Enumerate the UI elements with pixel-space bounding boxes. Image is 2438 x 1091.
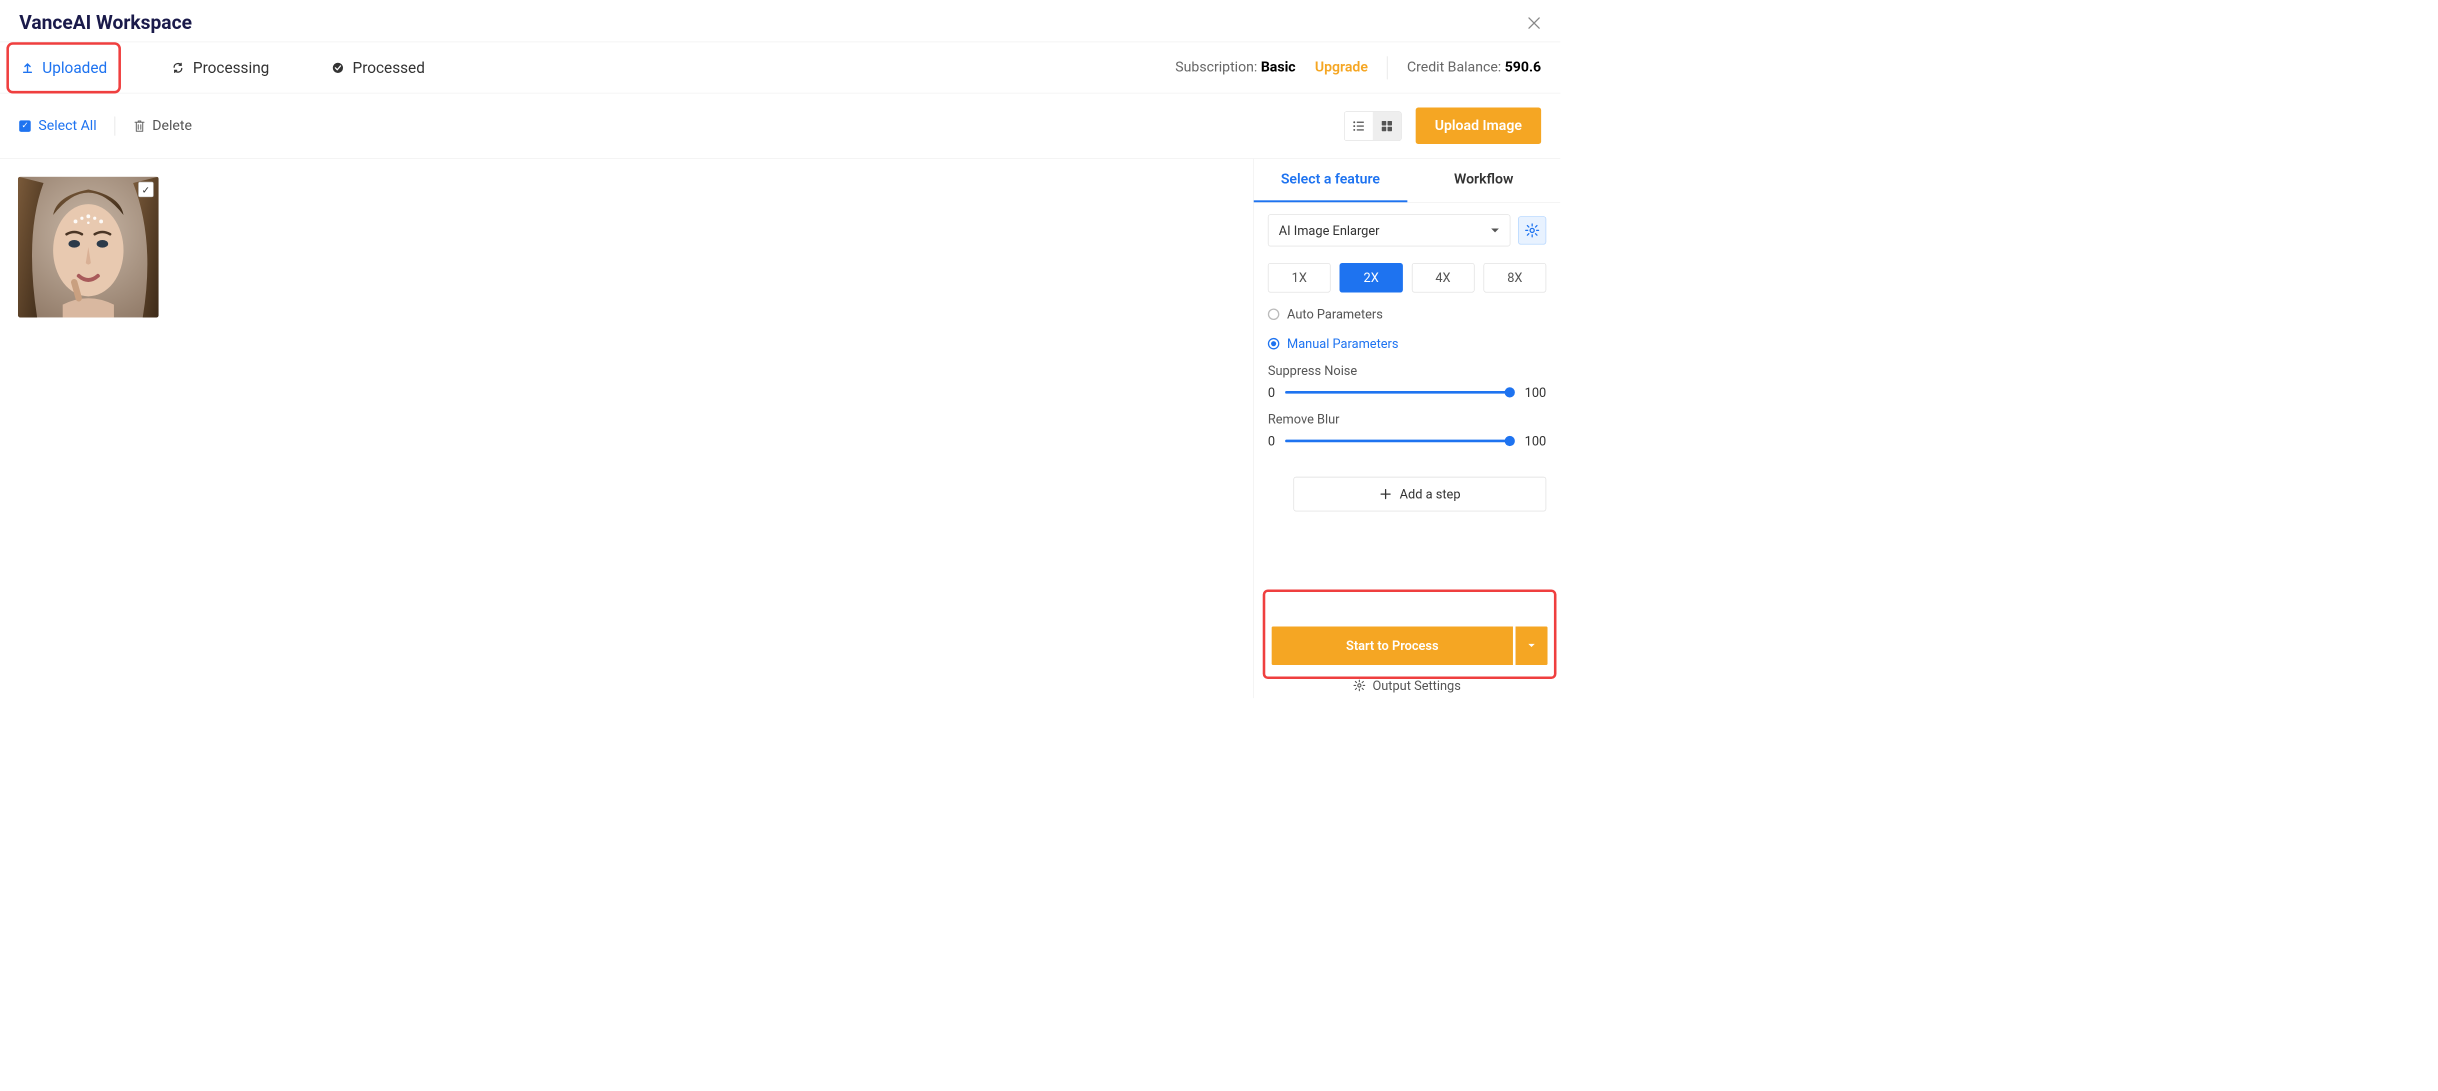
manual-parameters-radio[interactable]: Manual Parameters (1268, 336, 1546, 351)
tab-select-feature[interactable]: Select a feature (1254, 159, 1407, 203)
tab-workflow[interactable]: Workflow (1407, 159, 1560, 203)
plus-icon (1379, 488, 1392, 501)
remove-blur-label: Remove Blur (1268, 412, 1546, 427)
select-all-label: Select All (38, 118, 96, 134)
add-step-label: Add a step (1400, 486, 1461, 501)
grid-icon (1380, 119, 1394, 133)
settings-button[interactable] (1518, 216, 1546, 244)
tab-uploaded[interactable]: Uploaded (6, 42, 121, 93)
slider-max: 100 (1525, 385, 1547, 400)
list-view-button[interactable] (1344, 112, 1372, 140)
process-area: Start to Process (1263, 589, 1557, 679)
scale-8x[interactable]: 8X (1483, 263, 1546, 292)
balance-value: 590.6 (1505, 60, 1541, 76)
trash-icon (133, 119, 146, 133)
tab-label: Processed (353, 59, 425, 77)
list-icon (1352, 119, 1366, 133)
slider-min: 0 (1268, 385, 1275, 400)
thumbnail-checkbox[interactable]: ✓ (138, 182, 153, 197)
tab-processed[interactable]: Processed (319, 44, 436, 90)
slider-max: 100 (1525, 433, 1547, 448)
caret-down-icon (1528, 643, 1536, 648)
select-all[interactable]: ✓ Select All (19, 118, 96, 134)
delete-label: Delete (152, 118, 192, 134)
scale-2x[interactable]: 2X (1340, 263, 1403, 292)
feature-selected-label: AI Image Enlarger (1279, 223, 1380, 238)
page-title: VanceAI Workspace (19, 12, 192, 34)
add-step-button[interactable]: Add a step (1293, 477, 1546, 512)
process-dropdown[interactable] (1516, 627, 1548, 665)
slider-min: 0 (1268, 433, 1275, 448)
slider-knob[interactable] (1505, 436, 1515, 446)
scale-1x[interactable]: 1X (1268, 263, 1331, 292)
balance-label: Credit Balance: (1407, 60, 1501, 76)
subscription-label: Subscription: (1175, 60, 1257, 76)
gear-icon (1353, 679, 1366, 692)
output-settings-label: Output Settings (1372, 678, 1460, 693)
slider-knob[interactable] (1505, 387, 1515, 397)
upload-icon (20, 60, 34, 74)
upgrade-link[interactable]: Upgrade (1315, 60, 1368, 76)
divider (115, 116, 116, 135)
image-gallery: ✓ (0, 159, 1253, 699)
checkbox-icon: ✓ (19, 120, 31, 132)
manual-parameters-label: Manual Parameters (1287, 336, 1398, 351)
tab-label: Processing (193, 59, 269, 77)
tab-processing[interactable]: Processing (160, 44, 281, 90)
auto-parameters-radio[interactable]: Auto Parameters (1268, 307, 1546, 322)
refresh-icon (171, 60, 185, 74)
radio-icon (1268, 308, 1280, 320)
image-thumbnail[interactable]: ✓ (18, 177, 159, 318)
subscription-plan: Basic (1261, 60, 1296, 76)
delete-button[interactable]: Delete (133, 118, 192, 134)
check-circle-icon (331, 60, 345, 74)
feature-select[interactable]: AI Image Enlarger (1268, 214, 1511, 246)
suppress-noise-slider[interactable] (1285, 391, 1514, 394)
grid-view-button[interactable] (1373, 112, 1401, 140)
view-toggle (1344, 111, 1402, 140)
gear-icon (1524, 223, 1539, 238)
remove-blur-slider[interactable] (1285, 440, 1514, 443)
radio-icon (1268, 338, 1280, 350)
scale-4x[interactable]: 4X (1412, 263, 1475, 292)
divider (1387, 56, 1388, 79)
output-settings-button[interactable]: Output Settings (1254, 671, 1561, 698)
suppress-noise-label: Suppress Noise (1268, 363, 1546, 378)
tab-label: Uploaded (42, 59, 107, 77)
close-icon[interactable] (1527, 16, 1541, 30)
caret-down-icon (1491, 227, 1500, 233)
start-process-button[interactable]: Start to Process (1272, 627, 1513, 665)
auto-parameters-label: Auto Parameters (1287, 307, 1383, 322)
upload-image-button[interactable]: Upload Image (1416, 108, 1542, 144)
